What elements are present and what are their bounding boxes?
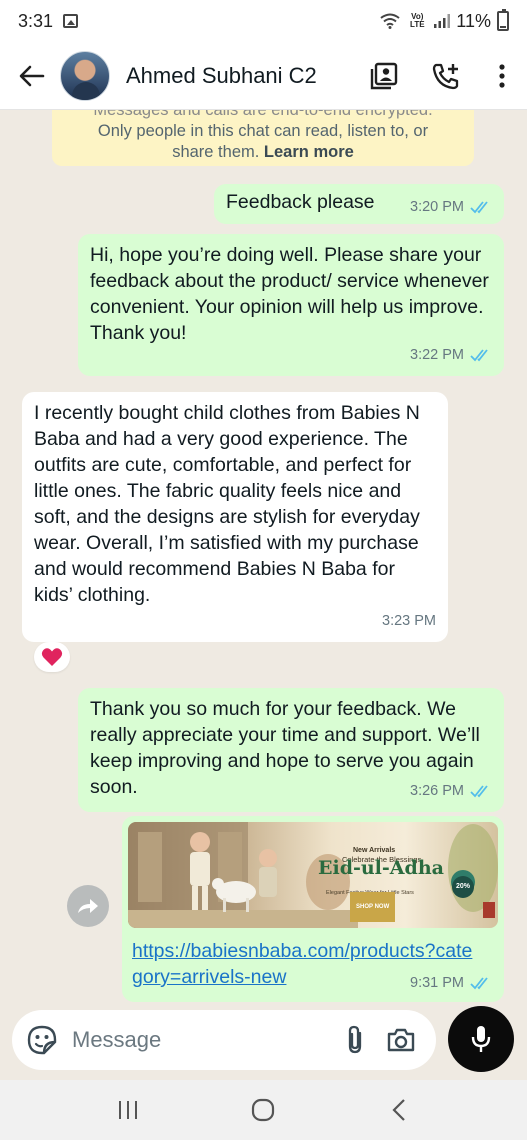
- video-call-button[interactable]: [353, 48, 415, 104]
- back-arrow-icon: [19, 65, 45, 86]
- forward-button[interactable]: [67, 885, 109, 927]
- back-button[interactable]: [4, 48, 60, 104]
- message-time: 9:31 PM: [410, 975, 464, 991]
- message-input[interactable]: [72, 1027, 302, 1053]
- link-preview-image[interactable]: New Arrivals Celebrate the Blessings Eid…: [128, 822, 498, 928]
- contact-name[interactable]: Ahmed Subhani C2: [126, 63, 317, 89]
- contact-card-icon: [370, 62, 398, 89]
- message-meta: 3:20 PM: [410, 194, 492, 220]
- camera-icon: [387, 1028, 415, 1052]
- header-actions: [353, 48, 527, 104]
- link-preview[interactable]: New Arrivals Celebrate the Blessings Eid…: [126, 820, 500, 930]
- chat-area[interactable]: Messages and calls are end-to-end encryp…: [0, 110, 527, 1010]
- paperclip-icon: [348, 1025, 362, 1054]
- message-text: Feedback please: [226, 191, 375, 213]
- back-nav-button[interactable]: [369, 1085, 429, 1135]
- wifi-icon: [380, 13, 400, 29]
- message-meta: 9:31 PM: [410, 970, 492, 996]
- status-bar: 3:31 Vo) LTE 11%: [0, 0, 527, 42]
- emoji-button[interactable]: [12, 1010, 72, 1070]
- status-time: 3:31: [18, 10, 54, 31]
- chat-header: Ahmed Subhani C2: [0, 42, 527, 110]
- message-text: Hi, hope you’re doing well. Please share…: [90, 244, 489, 344]
- heart-icon: [41, 648, 63, 666]
- status-indicators: Vo) LTE 11%: [380, 9, 509, 32]
- recent-apps-button[interactable]: [98, 1085, 158, 1135]
- signal-icon: [434, 14, 451, 28]
- message-bubble[interactable]: Feedback please 3:20 PM: [214, 184, 504, 224]
- encryption-notice[interactable]: Messages and calls are end-to-end encryp…: [52, 110, 474, 166]
- voice-call-button[interactable]: [415, 48, 477, 104]
- encryption-notice-line3-text: share them.: [172, 143, 260, 161]
- system-nav-bar: [0, 1080, 527, 1140]
- message-text: I recently bought child clothes from Bab…: [34, 402, 420, 606]
- preview-title: Eid-ul-Adha: [318, 857, 444, 879]
- message-time: 3:23 PM: [382, 613, 436, 629]
- recents-icon: [118, 1101, 137, 1119]
- sticker-icon: [27, 1025, 57, 1055]
- encryption-notice-line3: share them. Learn more: [52, 142, 474, 163]
- camera-button[interactable]: [378, 1010, 424, 1070]
- message-time: 3:20 PM: [410, 199, 464, 215]
- read-ticks-icon: [470, 349, 488, 362]
- message-composer: [12, 1010, 436, 1070]
- add-call-icon: [432, 63, 459, 89]
- message-time: 3:26 PM: [410, 783, 464, 799]
- voice-message-button[interactable]: [448, 1006, 514, 1072]
- message-bubble[interactable]: I recently bought child clothes from Bab…: [22, 392, 448, 642]
- read-ticks-icon: [470, 785, 488, 798]
- message-meta: 3:23 PM: [382, 608, 436, 634]
- learn-more-link[interactable]: Learn more: [264, 143, 354, 161]
- encryption-notice-line2: Only people in this chat can read, liste…: [97, 122, 429, 140]
- read-ticks-icon: [470, 977, 488, 990]
- chevron-left-icon: [392, 1099, 405, 1121]
- discount-badge: 20%: [452, 876, 474, 898]
- message-time: 3:22 PM: [410, 347, 464, 363]
- more-vertical-icon: [499, 63, 505, 88]
- message-bubble[interactable]: Thank you so much for your feedback. We …: [78, 688, 504, 812]
- home-button[interactable]: [233, 1085, 293, 1135]
- reaction-badge[interactable]: [34, 642, 70, 672]
- contact-avatar[interactable]: [60, 50, 110, 101]
- battery-icon: [497, 9, 509, 31]
- shop-now-button[interactable]: SHOP NOW: [350, 892, 396, 922]
- forward-icon: [78, 899, 98, 913]
- message-meta: 3:22 PM: [410, 342, 492, 368]
- battery-percent: 11%: [456, 10, 491, 31]
- message-bubble-link[interactable]: New Arrivals Celebrate the Blessings Eid…: [122, 816, 504, 1002]
- message-bubble[interactable]: Hi, hope you’re doing well. Please share…: [78, 234, 504, 376]
- gallery-notification-icon: [63, 14, 79, 28]
- attach-button[interactable]: [332, 1010, 378, 1070]
- microphone-icon: [471, 1026, 491, 1052]
- more-options-button[interactable]: [477, 48, 527, 104]
- message-meta: 3:26 PM: [410, 778, 492, 804]
- home-icon: [252, 1098, 275, 1122]
- volte-indicator: Vo) LTE: [410, 12, 425, 29]
- read-ticks-icon: [470, 201, 488, 214]
- encryption-notice-line1: Messages and calls are end-to-end encryp…: [93, 110, 433, 119]
